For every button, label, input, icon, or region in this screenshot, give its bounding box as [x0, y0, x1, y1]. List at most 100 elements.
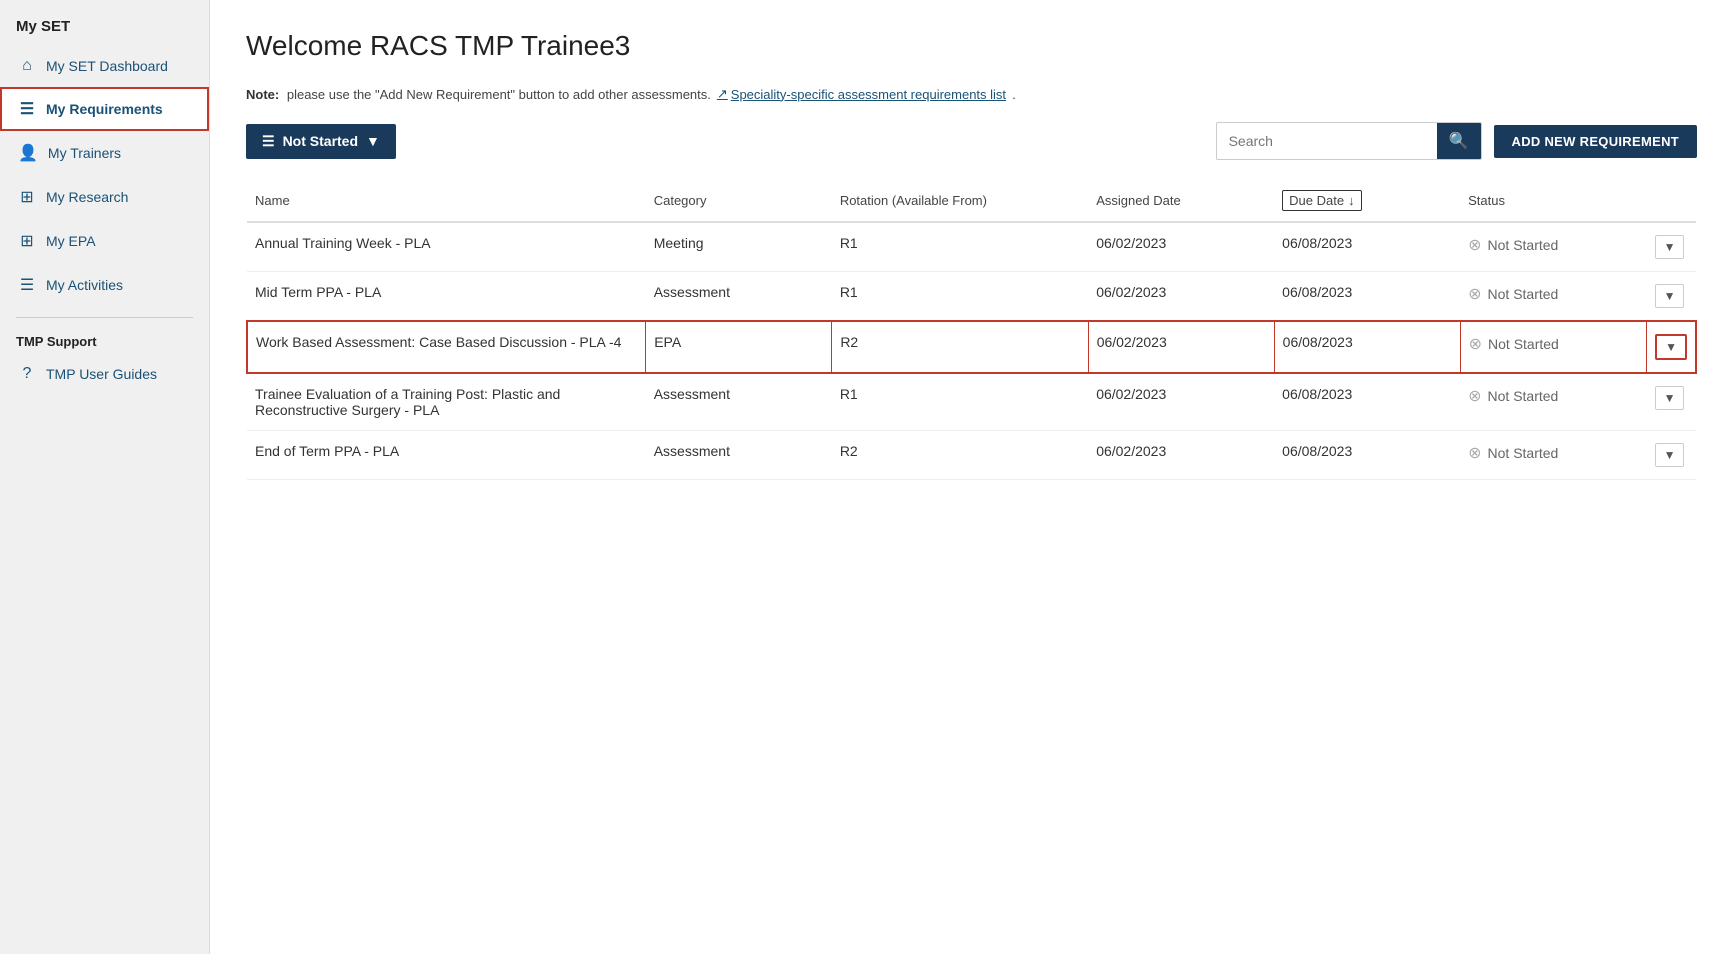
cell-name: Trainee Evaluation of a Training Post: P… [247, 373, 646, 431]
cell-category: Assessment [646, 431, 832, 480]
search-icon: 🔍 [1449, 131, 1469, 151]
col-header-assigned: Assigned Date [1088, 180, 1274, 222]
cell-action: ▼ [1647, 222, 1696, 272]
note-period: . [1012, 87, 1016, 102]
sidebar-item-activities-label: My Activities [46, 277, 123, 293]
table-row: Trainee Evaluation of a Training Post: P… [247, 373, 1696, 431]
filter-dropdown-icon: ▼ [366, 133, 380, 149]
app-title: My SET [0, 0, 209, 45]
cell-category: Assessment [646, 272, 832, 322]
due-date-label: Due Date [1289, 193, 1344, 208]
research-icon: ⊞ [18, 187, 36, 207]
table-header-row: Name Category Rotation (Available From) … [247, 180, 1696, 222]
cell-status: ⊗Not Started [1460, 373, 1646, 431]
cell-due-date: 06/08/2023 [1274, 431, 1460, 480]
expand-row-button[interactable]: ▼ [1655, 235, 1685, 259]
note-text: Note: please use the "Add New Requiremen… [246, 87, 711, 102]
status-label: Not Started [1488, 286, 1559, 302]
sidebar-item-epa-label: My EPA [46, 233, 96, 249]
sidebar-item-dashboard-label: My SET Dashboard [46, 58, 168, 74]
table-row: End of Term PPA - PLAAssessmentR206/02/2… [247, 431, 1696, 480]
expand-row-button[interactable]: ▼ [1655, 386, 1685, 410]
table-row: Mid Term PPA - PLAAssessmentR106/02/2023… [247, 272, 1696, 322]
expand-row-button[interactable]: ▼ [1655, 443, 1685, 467]
specialty-requirements-link[interactable]: ↗ Speciality-specific assessment require… [717, 86, 1006, 102]
not-started-icon: ⊗ [1468, 235, 1481, 255]
question-icon: ? [18, 365, 36, 383]
cell-action: ▼ [1647, 373, 1696, 431]
note-label: Note: [246, 87, 279, 102]
not-started-icon: ⊗ [1468, 443, 1481, 463]
cell-status: ⊗ Not Started [1460, 272, 1646, 322]
requirements-table: Name Category Rotation (Available From) … [246, 180, 1697, 480]
col-header-due-date[interactable]: Due Date ↓ [1274, 180, 1460, 222]
search-wrapper: 🔍 [1216, 122, 1482, 160]
sidebar-item-research-label: My Research [46, 189, 128, 205]
person-icon: 👤 [18, 143, 38, 163]
cell-rotation: R1 [832, 373, 1088, 431]
cell-category: Meeting [646, 222, 832, 272]
col-header-action [1647, 180, 1696, 222]
sidebar-divider [16, 317, 193, 318]
sidebar: My SET ⌂ My SET Dashboard ☰ My Requireme… [0, 0, 210, 954]
activities-icon: ☰ [18, 275, 36, 295]
sidebar-item-requirements-label: My Requirements [46, 101, 163, 117]
status-label: Not Started [1488, 336, 1559, 352]
expand-row-button[interactable]: ▼ [1655, 284, 1685, 308]
cell-due-date: 06/08/2023 [1274, 321, 1460, 373]
cell-rotation: R1 [832, 272, 1088, 322]
sidebar-item-user-guides[interactable]: ? TMP User Guides [0, 353, 209, 395]
cell-due-date: 06/08/2023 [1274, 272, 1460, 322]
sidebar-item-dashboard[interactable]: ⌂ My SET Dashboard [0, 45, 209, 87]
main-content: Welcome RACS TMP Trainee3 Note: please u… [210, 0, 1733, 954]
note-body: please use the "Add New Requirement" but… [287, 87, 711, 102]
filter-label: Not Started [283, 133, 358, 149]
status-label: Not Started [1488, 445, 1559, 461]
cell-status: ⊗ Not Started [1460, 321, 1646, 373]
cell-rotation: R2 [832, 321, 1088, 373]
search-button[interactable]: 🔍 [1437, 123, 1481, 159]
sidebar-item-requirements[interactable]: ☰ My Requirements [0, 87, 209, 131]
sort-icon: ↓ [1348, 193, 1355, 208]
cell-name: Annual Training Week - PLA [247, 222, 646, 272]
not-started-icon: ⊗ [1468, 284, 1481, 304]
not-started-icon: ⊗ [1469, 334, 1482, 354]
cell-assigned-date: 06/02/2023 [1088, 222, 1274, 272]
status-label: Not Started [1488, 237, 1559, 253]
sidebar-item-trainers-label: My Trainers [48, 145, 121, 161]
cell-rotation: R2 [832, 431, 1088, 480]
expand-row-button[interactable]: ▼ [1655, 334, 1687, 360]
toolbar: ☰ Not Started ▼ 🔍 ADD NEW REQUIREMENT [246, 122, 1697, 160]
sidebar-item-activities[interactable]: ☰ My Activities [0, 263, 209, 307]
cell-assigned-date: 06/02/2023 [1088, 373, 1274, 431]
note-bar: Note: please use the "Add New Requiremen… [246, 86, 1697, 102]
col-header-name: Name [247, 180, 646, 222]
specialty-requirements-link-label: Speciality-specific assessment requireme… [731, 87, 1006, 102]
cell-status: ⊗ Not Started [1460, 431, 1646, 480]
list-icon: ☰ [18, 99, 36, 119]
epa-icon: ⊞ [18, 231, 36, 251]
table-row: Work Based Assessment: Case Based Discus… [247, 321, 1696, 373]
search-input[interactable] [1217, 125, 1437, 157]
page-title: Welcome RACS TMP Trainee3 [246, 30, 1697, 62]
sidebar-item-research[interactable]: ⊞ My Research [0, 175, 209, 219]
sidebar-item-trainers[interactable]: 👤 My Trainers [0, 131, 209, 175]
cell-due-date: 06/08/2023 [1274, 222, 1460, 272]
filter-button[interactable]: ☰ Not Started ▼ [246, 124, 396, 159]
col-header-rotation: Rotation (Available From) [832, 180, 1088, 222]
support-section-title: TMP Support [0, 328, 209, 353]
cell-assigned-date: 06/02/2023 [1088, 321, 1274, 373]
sidebar-item-epa[interactable]: ⊞ My EPA [0, 219, 209, 263]
cell-action: ▼ [1647, 321, 1696, 373]
cell-rotation: R1 [832, 222, 1088, 272]
home-icon: ⌂ [18, 57, 36, 75]
cell-category: Assessment [646, 373, 832, 431]
external-link-icon: ↗ [717, 86, 728, 102]
cell-name: End of Term PPA - PLA [247, 431, 646, 480]
cell-due-date: 06/08/2023 [1274, 373, 1460, 431]
cell-assigned-date: 06/02/2023 [1088, 272, 1274, 322]
add-requirement-button[interactable]: ADD NEW REQUIREMENT [1494, 125, 1697, 158]
col-header-category: Category [646, 180, 832, 222]
table-row: Annual Training Week - PLAMeetingR106/02… [247, 222, 1696, 272]
not-started-icon: ⊗ [1468, 386, 1481, 406]
